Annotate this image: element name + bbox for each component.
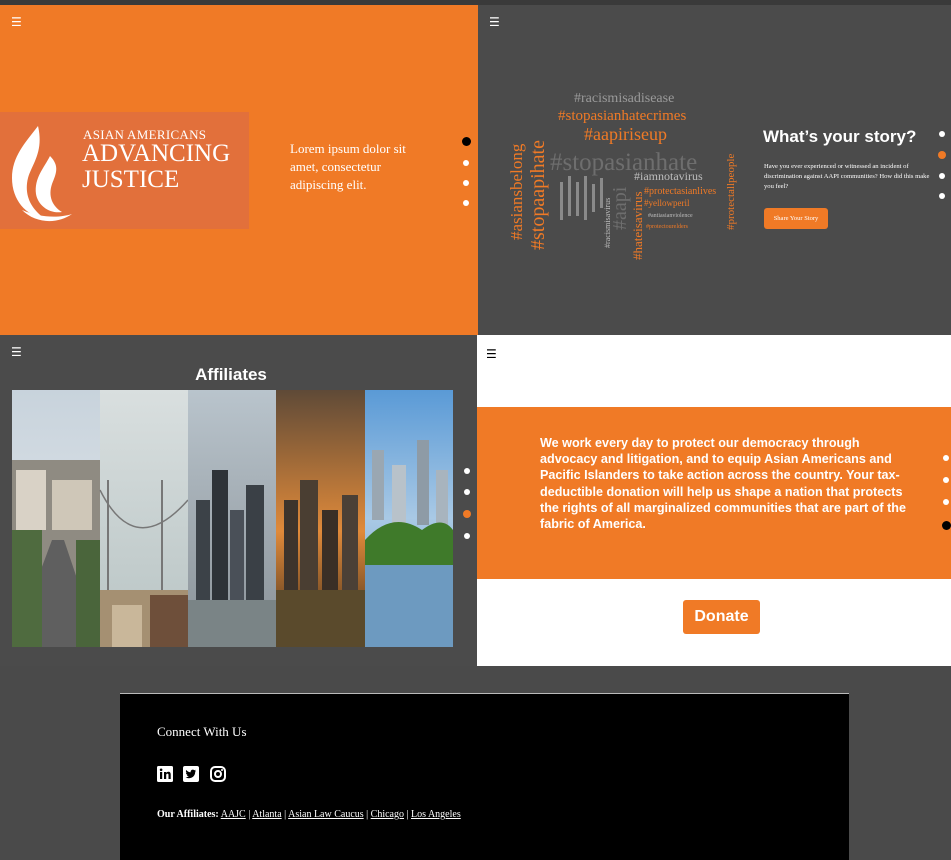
share-your-story-button[interactable]: Share Your Story <box>764 208 828 229</box>
story-title: What’s your story? <box>763 127 917 146</box>
affiliate-link-los-angeles[interactable]: Los Angeles <box>411 809 461 820</box>
tag-protectallpeople: #protectallpeople <box>725 154 737 230</box>
affiliates-links: Our Affiliates: AAJC | Atlanta | Asian L… <box>157 809 461 820</box>
slider-dots <box>942 455 951 530</box>
menu-icon[interactable]: ☰ <box>489 16 500 28</box>
twitter-icon[interactable] <box>183 766 199 782</box>
logo-line-2: ADVANCING <box>82 140 231 167</box>
tag-asiansbelong: #asiansbelong <box>507 143 526 240</box>
affiliate-link-aajc[interactable]: AAJC <box>221 809 246 820</box>
slider-dot-3[interactable] <box>463 510 471 518</box>
mission-band: We work every day to protect our democra… <box>477 407 951 579</box>
aaaj-logo: ASIAN AMERICANS ADVANCING JUSTICE <box>0 112 249 229</box>
affiliates-panel: ☰ Affiliates <box>0 335 477 666</box>
connect-heading: Connect With Us <box>157 724 247 739</box>
hashtag-word-cloud: #racismisadisease #stopasianhatecrimes #… <box>507 91 737 260</box>
menu-icon[interactable]: ☰ <box>486 348 497 360</box>
slider-dot-2[interactable] <box>464 489 470 495</box>
mission-text: We work every day to protect our democra… <box>540 436 906 532</box>
slider-dots <box>463 468 471 539</box>
affiliate-link-atlanta[interactable]: Atlanta <box>252 809 281 820</box>
tag-stopasianhatecrimes: #stopasianhatecrimes <box>558 108 686 124</box>
story-body: Have you ever experienced or witnessed a… <box>764 163 930 190</box>
slider-dot-1[interactable] <box>464 468 470 474</box>
tag-hateisavirus: #hateisavirus <box>630 191 645 260</box>
linkedin-icon[interactable] <box>157 766 173 782</box>
separator: | <box>406 809 409 820</box>
city-skylines-collage <box>12 390 453 647</box>
slider-dot-2[interactable] <box>943 477 949 483</box>
hero-panel: ☰ ASIAN AMERICANS ADVANCING JUSTICE Lore… <box>0 5 478 335</box>
menu-icon[interactable]: ☰ <box>11 16 22 28</box>
separator: | <box>248 809 251 820</box>
slider-dot-1[interactable] <box>462 137 471 146</box>
hero-copy: Lorem ipsum dolor sit amet, consectetur … <box>290 141 406 192</box>
slider-dots <box>462 137 471 206</box>
affiliate-link-asian-law-caucus[interactable]: Asian Law Caucus <box>288 809 364 820</box>
flame-icon <box>12 126 72 222</box>
slider-dot-4[interactable] <box>939 193 945 199</box>
site-footer: Connect With Us Our Affiliates: AAJC | A… <box>120 693 849 860</box>
tag-aapi: #aapi <box>609 186 631 230</box>
slider-dot-3[interactable] <box>939 173 945 179</box>
affiliates-label: Our Affiliates: <box>157 809 219 820</box>
affiliates-title: Affiliates <box>195 365 267 384</box>
slider-dot-4[interactable] <box>463 200 469 206</box>
donate-button[interactable]: Donate <box>683 600 760 634</box>
slider-dot-3[interactable] <box>463 180 469 186</box>
story-panel: ☰ #racismisadisease #stopasianhatecrimes… <box>478 5 951 335</box>
tag-stopaapihate: #stopaapihate <box>527 140 549 250</box>
slider-dot-2[interactable] <box>463 160 469 166</box>
slider-dot-4[interactable] <box>942 521 951 530</box>
slider-dot-1[interactable] <box>943 455 949 461</box>
instagram-icon[interactable] <box>210 766 226 782</box>
logo-line-3: JUSTICE <box>82 166 180 193</box>
tag-protectasianlives: #protectasianlives <box>644 186 716 197</box>
slider-dot-1[interactable] <box>939 131 945 137</box>
tag-protectourelders: #protectourelders <box>646 224 689 230</box>
separator: | <box>366 809 369 820</box>
separator: | <box>284 809 287 820</box>
tag-yellowperil: #yellowperil <box>644 198 690 208</box>
slider-dot-4[interactable] <box>464 533 470 539</box>
tag-aapiriseup: #aapiriseup <box>584 124 667 144</box>
donate-panel: ☰ We work every day to protect our democ… <box>477 335 951 666</box>
slider-dot-3[interactable] <box>943 499 949 505</box>
slider-dots <box>938 131 946 199</box>
tag-racismisadisease: #racismisadisease <box>574 91 674 106</box>
tag-antiasianviolence: #antiasianviolence <box>648 213 693 219</box>
menu-icon[interactable]: ☰ <box>11 346 22 358</box>
affiliate-link-chicago[interactable]: Chicago <box>371 809 404 820</box>
slider-dot-2[interactable] <box>938 151 946 159</box>
tag-iamnotavirus: #iamnotavirus <box>634 169 703 183</box>
